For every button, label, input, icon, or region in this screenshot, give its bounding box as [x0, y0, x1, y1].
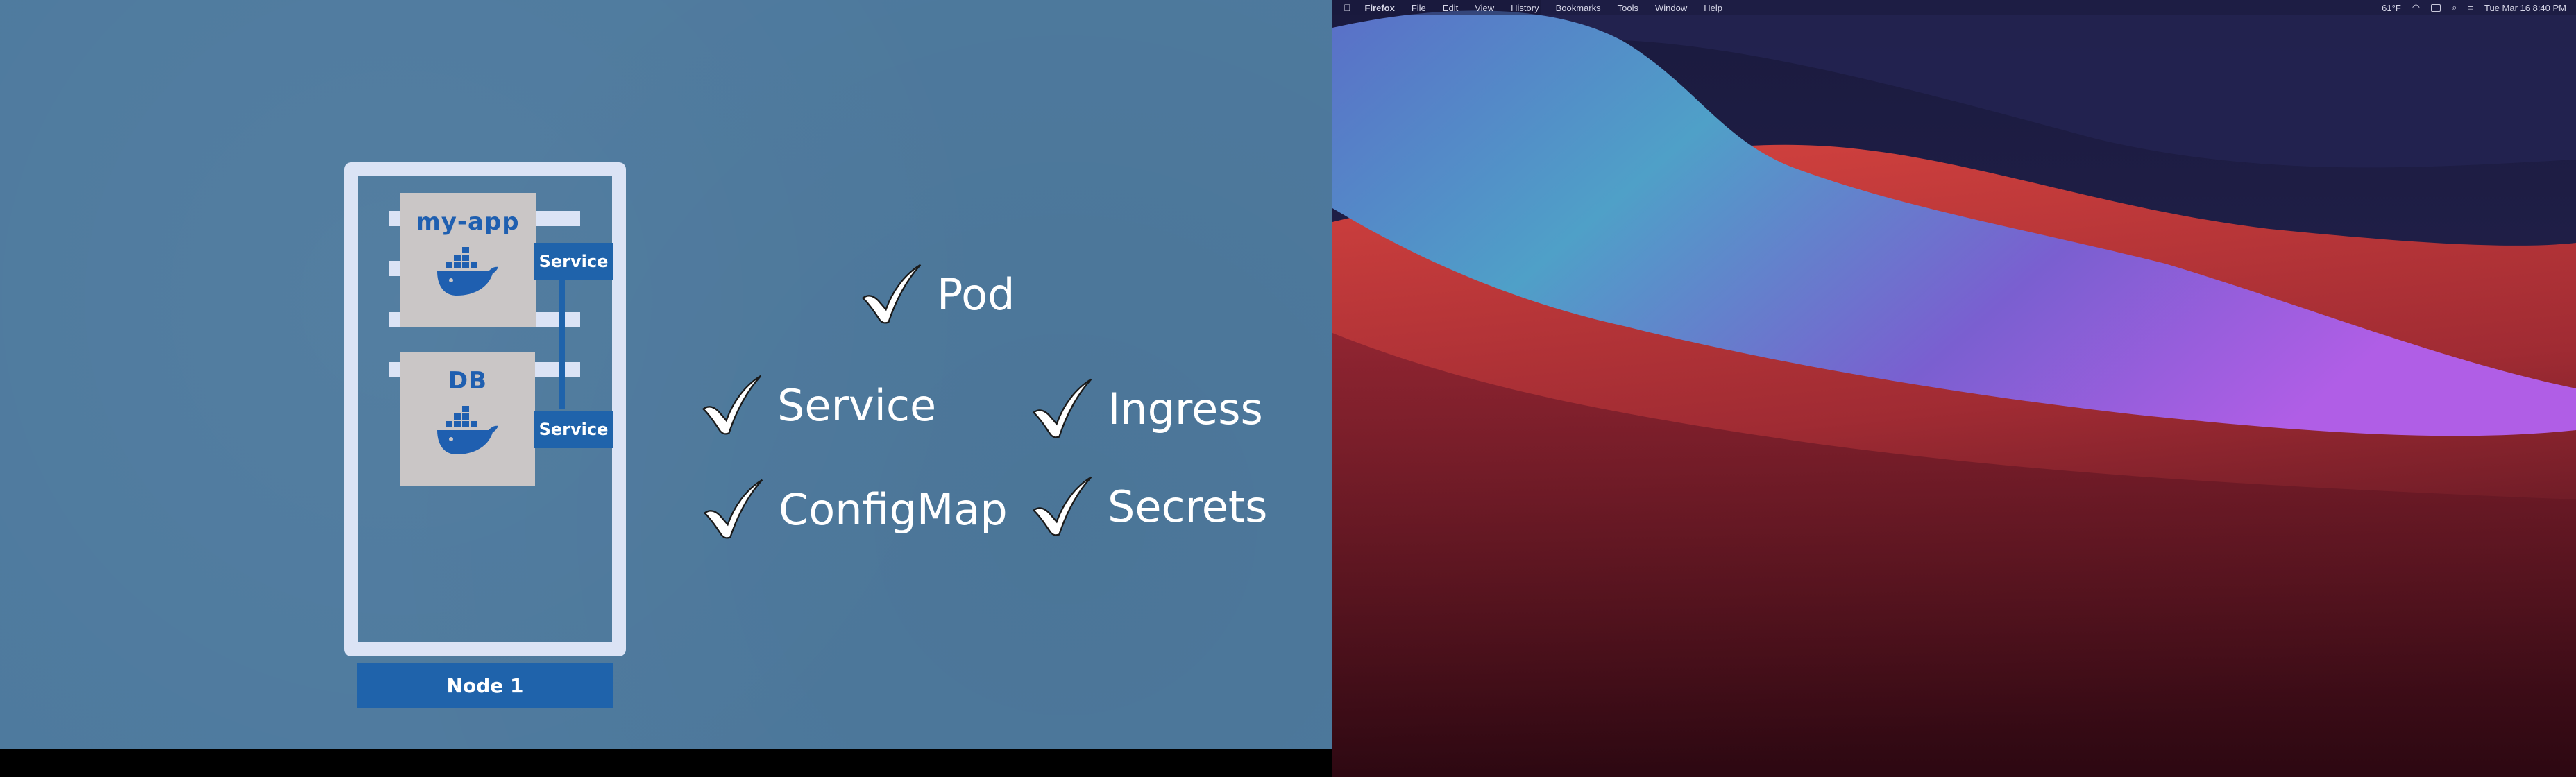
checklist-label: Ingress: [1108, 383, 1263, 434]
checkmark-icon: [702, 375, 762, 435]
menu-tools[interactable]: Tools: [1618, 3, 1638, 13]
apple-icon[interactable]: : [1344, 2, 1351, 13]
search-icon[interactable]: ⌕: [2452, 2, 2457, 13]
checklist-item-service: Service: [700, 373, 936, 437]
checklist-item-configmap: ConfigMap: [701, 477, 1008, 541]
checklist-item-secrets: Secrets: [1030, 475, 1267, 538]
menu-window[interactable]: Window: [1655, 3, 1687, 13]
checklist-label: Pod: [937, 268, 1015, 320]
menu-view[interactable]: View: [1475, 3, 1494, 13]
service-my-app: Service: [534, 243, 613, 280]
checklist-item-ingress: Ingress: [1030, 377, 1263, 441]
checklist-label: ConfigMap: [779, 484, 1008, 535]
service-connector: [559, 280, 565, 409]
wifi-icon[interactable]: ◠: [2412, 2, 2420, 13]
checklist-item-pod: Pod: [859, 262, 1015, 326]
checkmark-icon: [703, 479, 763, 539]
battery-icon[interactable]: [2431, 3, 2441, 12]
menu-history[interactable]: History: [1511, 3, 1539, 13]
node-label: Node 1: [357, 663, 613, 708]
menu-status-area: 61°F ◠ ⌕ ≡ Tue Mar 16 8:40 PM: [2382, 0, 2566, 15]
clock-status[interactable]: Tue Mar 16 8:40 PM: [2484, 3, 2566, 13]
checklist-label: Secrets: [1108, 481, 1268, 532]
weather-status[interactable]: 61°F: [2382, 3, 2401, 13]
menu-help[interactable]: Help: [1704, 3, 1722, 13]
checkmark-icon: [1032, 378, 1092, 438]
wallpaper: [1332, 0, 2576, 777]
pod-title: my-app: [416, 208, 520, 236]
service-db: Service: [534, 411, 613, 448]
service-label: Service: [539, 420, 609, 439]
menu-file[interactable]: File: [1412, 3, 1426, 13]
desktop:  Firefox File Edit View History Bookmar…: [1332, 0, 2576, 777]
menu-bar:  Firefox File Edit View History Bookmar…: [1332, 0, 2576, 15]
docker-whale-icon: [437, 247, 498, 296]
menu-bookmarks[interactable]: Bookmarks: [1556, 3, 1601, 13]
pod-db: DB: [400, 352, 535, 486]
service-label: Service: [539, 252, 609, 271]
pod-title: DB: [448, 367, 488, 395]
menu-edit[interactable]: Edit: [1443, 3, 1458, 13]
checkmark-icon: [861, 264, 922, 324]
checklist-label: Service: [777, 379, 937, 431]
node-label-text: Node 1: [446, 674, 524, 697]
checkmark-icon: [1032, 476, 1092, 536]
menu-app-name[interactable]: Firefox: [1365, 3, 1395, 13]
pod-my-app: my-app: [400, 193, 536, 327]
presentation-slide: my-app Service DB Service Node 1 Pod Ser…: [0, 0, 1332, 749]
control-center-icon[interactable]: ≡: [2468, 3, 2473, 13]
slide-bottom-bar: [0, 749, 1332, 777]
docker-whale-icon: [437, 406, 498, 454]
